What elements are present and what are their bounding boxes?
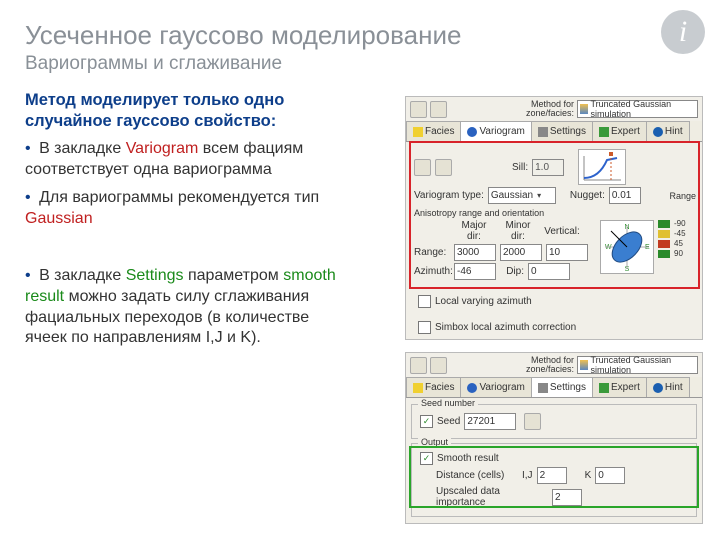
method-dropdown[interactable]: Truncated Gaussian simulation <box>577 356 698 374</box>
legend-m90: -90 <box>674 220 686 228</box>
major-header: Major dir: <box>454 220 494 242</box>
seed-field[interactable]: 27201 <box>464 413 516 430</box>
variogram-type-dropdown[interactable]: Gaussian <box>488 187 556 204</box>
layer-icon[interactable] <box>414 159 431 176</box>
tab-settings[interactable]: Settings <box>531 377 593 397</box>
vertical-header: Vertical: <box>542 226 582 237</box>
toolbar-icon[interactable] <box>430 357 447 374</box>
variogram-curve-icon <box>578 149 626 185</box>
vtype-label: Variogram type: <box>414 190 484 201</box>
tab-bar: Facies Variogram Settings Expert Hint <box>406 121 702 142</box>
dip-label: Dip: <box>500 266 524 277</box>
lead-text: Метод моделирует только одно случайное г… <box>25 90 350 133</box>
page-subtitle: Вариограммы и сглаживание <box>25 53 700 75</box>
bullet-settings: В закладке Settings параметром smooth re… <box>25 266 350 349</box>
toolbar-icon[interactable] <box>410 357 427 374</box>
method-label: Method for zone/facies: <box>526 100 574 118</box>
tab-facies[interactable]: Facies <box>406 121 461 141</box>
tab-variogram[interactable]: Variogram <box>460 121 531 141</box>
nugget-label: Nugget: <box>570 190 605 201</box>
legend-m45: -45 <box>674 230 686 238</box>
simbox-checkbox[interactable] <box>418 321 431 334</box>
range-major[interactable]: 3000 <box>454 244 496 261</box>
method-label: Method for zone/facies: <box>526 356 574 374</box>
local-azimuth-checkbox[interactable] <box>418 295 431 308</box>
range-row-label: Range: <box>414 247 450 258</box>
bullet-variogram: В закладке Variogram всем фациям соответ… <box>25 139 350 181</box>
azimuth-field[interactable]: -46 <box>454 263 496 280</box>
range-label: Range <box>669 191 696 201</box>
seed-checkbox[interactable]: ✓ <box>420 415 433 428</box>
info-icon: i <box>661 10 705 54</box>
tab-expert[interactable]: Expert <box>592 121 647 141</box>
seed-legend: Seed number <box>418 398 478 408</box>
method-dropdown[interactable]: Truncated Gaussian simulation <box>577 100 698 118</box>
anisotropy-label: Anisotropy range and orientation <box>414 208 696 218</box>
page-title: Усеченное гауссово моделирование <box>25 20 700 51</box>
toolbar-icon[interactable] <box>430 101 447 118</box>
tab-variogram[interactable]: Variogram <box>460 377 531 397</box>
seed-label: Seed <box>437 416 460 427</box>
nugget-field[interactable]: 0.01 <box>609 187 641 204</box>
azimuth-label: Azimuth: <box>414 266 450 277</box>
variogram-panel: Method for zone/facies: Truncated Gaussi… <box>405 96 703 340</box>
bullet-gaussian: Для вариограммы рекомендуется тип Gaussi… <box>25 188 350 230</box>
range-vertical[interactable]: 10 <box>546 244 588 261</box>
range-minor[interactable]: 2000 <box>500 244 542 261</box>
tab-hint[interactable]: Hint <box>646 377 690 397</box>
simbox-label: Simbox local azimuth correction <box>435 322 576 333</box>
tab-settings[interactable]: Settings <box>531 121 593 141</box>
dip-field[interactable]: 0 <box>528 263 570 280</box>
sill-field: 1.0 <box>532 159 564 176</box>
settings-panel: Method for zone/facies: Truncated Gaussi… <box>405 352 703 524</box>
copy-icon[interactable] <box>435 159 452 176</box>
legend-45: 45 <box>674 240 683 248</box>
tab-bar: Facies Variogram Settings Expert Hint <box>406 377 702 398</box>
anisotropy-ellipse-icon: N W E S <box>600 220 654 274</box>
toolbar-icon[interactable] <box>410 101 427 118</box>
minor-header: Minor dir: <box>498 220 538 242</box>
tab-facies[interactable]: Facies <box>406 377 461 397</box>
sill-label: Sill: <box>512 162 528 173</box>
tab-expert[interactable]: Expert <box>592 377 647 397</box>
seed-refresh-icon[interactable] <box>524 413 541 430</box>
legend-90: 90 <box>674 250 683 258</box>
tab-hint[interactable]: Hint <box>646 121 690 141</box>
local-azimuth-label: Local varying azimuth <box>435 296 532 307</box>
